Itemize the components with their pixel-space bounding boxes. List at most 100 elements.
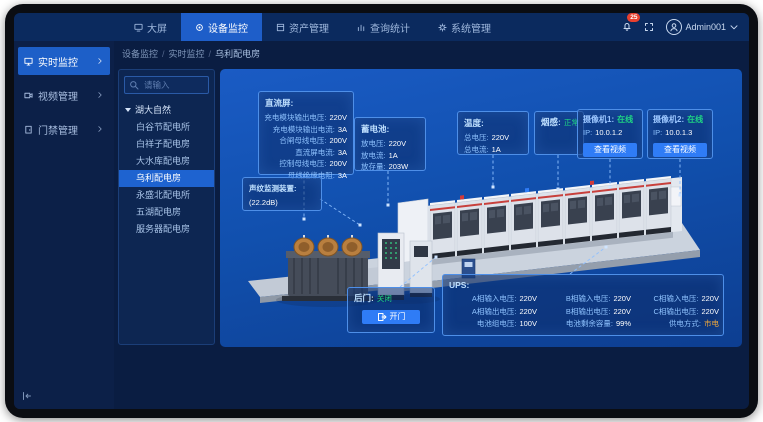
top-navigation-bar: 大屏设备监控 资产管理查询统计系统管理 25 Admin001: [14, 13, 749, 41]
tree-root[interactable]: 湖大自然: [125, 103, 209, 116]
metric-label: 总电流:: [464, 144, 489, 156]
metric-value: 220V: [613, 306, 631, 318]
bell-icon: [622, 21, 632, 31]
tree-item-6[interactable]: 五湖配电房: [124, 204, 209, 221]
nav-tab-label: 大屏: [147, 20, 167, 35]
user-icon: [669, 22, 679, 32]
metric-label: 电池剩余容量:: [566, 318, 613, 330]
nav-tab-5[interactable]: 系统管理: [424, 13, 505, 41]
breadcrumb-item[interactable]: 设备监控: [122, 49, 158, 59]
cabinet-tag-red: [590, 181, 594, 185]
camera2-label: 摄像机2:: [653, 114, 684, 125]
metric-row: A相输出电压:220V: [449, 306, 537, 318]
metric-label: C相输出电压:: [653, 306, 698, 318]
notification-badge: 25: [627, 13, 640, 22]
metric-label: 放存量:: [361, 161, 386, 173]
battery-panel: 蓄电池: 放电压:220V放电流:1A放存量:203W: [354, 117, 426, 171]
metric-value: 220V: [701, 293, 719, 305]
topbar-actions: 25 Admin001: [622, 13, 739, 41]
metric-row: C相输入电压:220V: [633, 293, 719, 305]
tree-item-3[interactable]: 大水库配电房: [124, 153, 209, 170]
fullscreen-button[interactable]: [644, 22, 654, 32]
sidebar-item-label: 门禁管理: [38, 122, 78, 137]
device-frame: 大屏设备监控资产管理查询统计系统管理 25 Admin001 实时监控视频管理门…: [5, 4, 758, 418]
chevron-down-icon: [729, 22, 739, 32]
nav-tab-2[interactable]: 设备监控: [181, 13, 262, 41]
breadcrumb-item: 乌利配电房: [215, 49, 260, 59]
cabinet: [619, 179, 644, 238]
tree-item-2[interactable]: 白祥子配电房: [124, 136, 209, 153]
tree-root-label: 湖大自然: [135, 103, 171, 116]
nav-tab-1[interactable]: 大屏: [120, 13, 181, 41]
metric-label: C相输入电压:: [653, 293, 698, 305]
metric-row: 放电压:220V: [361, 138, 419, 150]
metric-row: 供电方式:市电: [633, 318, 719, 330]
chevron-right-icon: [96, 57, 104, 65]
realtime-icon: [24, 57, 33, 66]
chevron-down-icon-glyph: [729, 22, 739, 32]
cabinet: [430, 200, 455, 259]
metric-row: 电池组电压:100V: [449, 318, 537, 330]
tree-search-input[interactable]: [142, 79, 204, 91]
box-icon: [276, 23, 285, 32]
fullscreen-button-glyph: [644, 22, 654, 32]
tree-item-4[interactable]: 乌利配电房: [119, 170, 214, 187]
room-monitor-panel: 直流屏: 充电模块输出电压:220V充电模块输出电流:3A合闸母线电压:200V…: [220, 69, 742, 347]
battery-title: 蓄电池:: [361, 123, 419, 135]
cabinet-tag-blue: [525, 188, 529, 192]
sidebar-item-2[interactable]: 视频管理: [18, 81, 110, 109]
camera2-status: 在线: [687, 114, 703, 125]
nav-tab-3[interactable]: 资产管理: [262, 13, 343, 41]
cabinet: [538, 188, 563, 247]
breadcrumb: 设备监控/实时监控/乌利配电房: [122, 47, 260, 60]
dc-screen-panel: 直流屏: 充电模块输出电压:220V充电模块输出电流:3A合闸母线电压:200V…: [258, 91, 354, 175]
caret-down-icon: [125, 108, 131, 112]
metric-value: 220V: [389, 138, 407, 150]
metric-value: 220V: [492, 132, 510, 144]
user-menu[interactable]: Admin001: [666, 19, 739, 35]
sidebar-item-1[interactable]: 实时监控: [18, 47, 110, 75]
notifications-button[interactable]: 25: [622, 18, 632, 36]
tree-item-1[interactable]: 白谷节配电所: [124, 119, 209, 136]
metric-row: 总电压:220V: [464, 132, 522, 144]
camera1-panel: 摄像机1: 在线 IP: 10.0.1.2 查看视频: [577, 109, 643, 159]
nav-tab-label: 资产管理: [289, 20, 329, 35]
search-icon: [129, 80, 139, 90]
metric-row: B相输入电压:220V: [539, 293, 631, 305]
tree-item-5[interactable]: 永盛北配电所: [124, 187, 209, 204]
sidebar-item-3[interactable]: 门禁管理: [18, 115, 110, 143]
cabinet: [565, 185, 590, 244]
metric-value: 1A: [492, 144, 501, 156]
metric-row: 总电流:1A: [464, 144, 522, 156]
breadcrumb-separator: /: [209, 49, 212, 59]
camera1-ip: 10.0.1.2: [595, 127, 622, 139]
breadcrumb-item[interactable]: 实时监控: [169, 49, 205, 59]
cabinet: [511, 191, 536, 250]
avatar: [666, 19, 682, 35]
sidebar: 实时监控视频管理门禁管理: [14, 41, 114, 409]
open-door-button[interactable]: 开门: [362, 310, 420, 324]
camera1-view-video-button[interactable]: 查看视频: [583, 143, 637, 157]
door-open-icon-glyph: [377, 312, 387, 322]
tree-item-7[interactable]: 服务器配电房: [124, 221, 209, 238]
metric-label: 充电模块输出电压:: [264, 112, 326, 124]
metric-label: 控制母线电压:: [279, 158, 326, 170]
metric-value: 220V: [701, 306, 719, 318]
tree-search[interactable]: [124, 76, 209, 94]
cabinet: [592, 182, 617, 241]
metric-row: 放存量:203W: [361, 161, 419, 173]
sidebar-collapse-icon[interactable]: [22, 391, 32, 401]
metric-value: 220V: [519, 293, 537, 305]
door-open-icon: [377, 312, 387, 322]
metric-value: 3A: [338, 170, 347, 182]
chevron-right-icon: [96, 125, 104, 133]
metric-label: 充电模块输出电流:: [273, 124, 335, 136]
metric-value: 99%: [616, 318, 631, 330]
cabinet: [484, 194, 509, 253]
video-icon: [24, 91, 33, 100]
camera2-view-video-button[interactable]: 查看视频: [653, 143, 707, 157]
nav-tab-4[interactable]: 查询统计: [343, 13, 424, 41]
metric-label: A相输出电压:: [472, 306, 517, 318]
cabinet-tag-red: [460, 195, 464, 199]
screen-icon: [134, 23, 143, 32]
